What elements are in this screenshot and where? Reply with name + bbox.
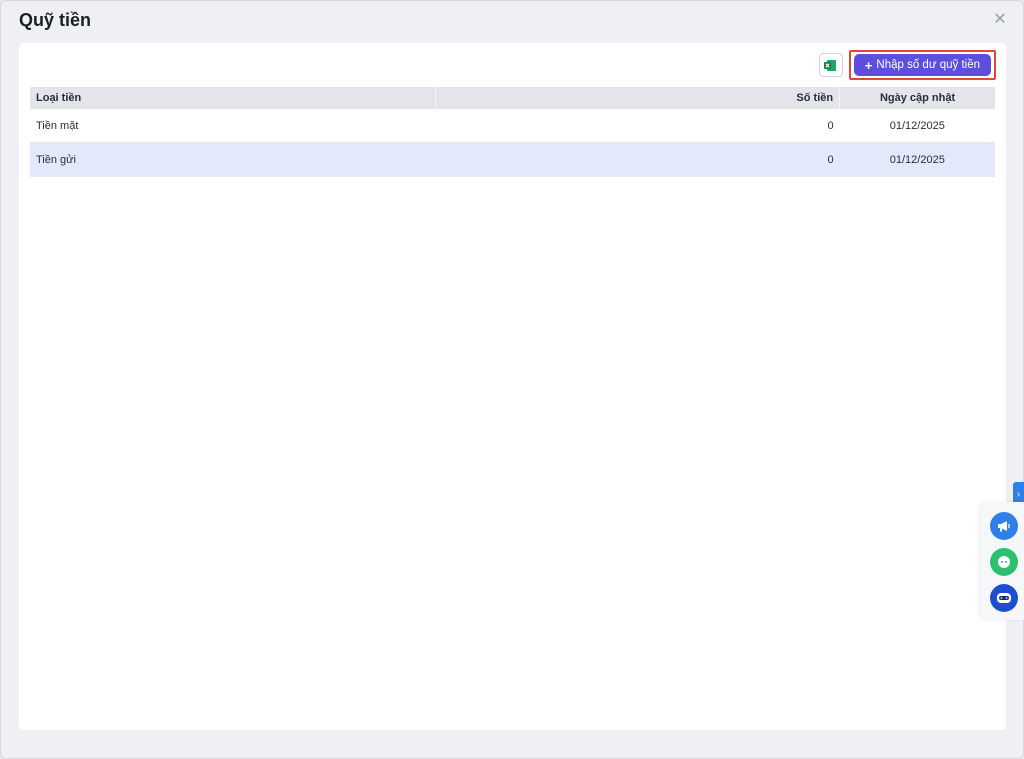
add-fund-balance-label: Nhập số dư quỹ tiền — [876, 59, 980, 71]
excel-export-button[interactable] — [818, 53, 843, 77]
cell-date: 01/12/2025 — [839, 142, 995, 177]
plus-icon: + — [864, 57, 873, 73]
highlight-frame: + Nhập số dư quỹ tiền — [848, 50, 996, 80]
header-updated-date[interactable]: Ngày cập nhật — [839, 87, 995, 109]
table-header-row: Loại tiền Số tiền Ngày cập nhật — [30, 87, 995, 109]
table-row[interactable]: Tiền mặt 0 01/12/2025 — [30, 109, 995, 143]
cell-type: Tiền gửi — [30, 142, 436, 177]
modal-title: Quỹ tiền — [19, 10, 92, 30]
fund-table: Loại tiền Số tiền Ngày cập nhật Tiền mặt… — [30, 87, 995, 177]
chat-icon[interactable] — [990, 548, 1018, 576]
header-amount[interactable]: Số tiền — [435, 87, 841, 109]
cell-type: Tiền mặt — [30, 109, 436, 143]
table-row[interactable]: Tiền gửi 0 01/12/2025 — [30, 142, 995, 177]
toolbar: + Nhập số dư quỹ tiền — [818, 50, 996, 80]
bot-icon[interactable] — [990, 584, 1018, 612]
content-panel: + Nhập số dư quỹ tiền Loại tiền Số tiền … — [19, 43, 1006, 730]
add-fund-balance-button[interactable]: + Nhập số dư quỹ tiền — [853, 54, 991, 76]
close-icon[interactable]: ✕ — [993, 12, 1007, 28]
cell-amount: 0 — [435, 142, 840, 177]
modal-dialog: Quỹ tiền ✕ + Nhập số dư quỹ tiền Loại ti… — [0, 0, 1024, 759]
cell-date: 01/12/2025 — [839, 109, 995, 143]
cell-amount: 0 — [435, 109, 840, 143]
megaphone-icon[interactable] — [990, 512, 1018, 540]
header-currency-type[interactable]: Loại tiền — [30, 87, 436, 109]
excel-icon — [824, 59, 837, 71]
